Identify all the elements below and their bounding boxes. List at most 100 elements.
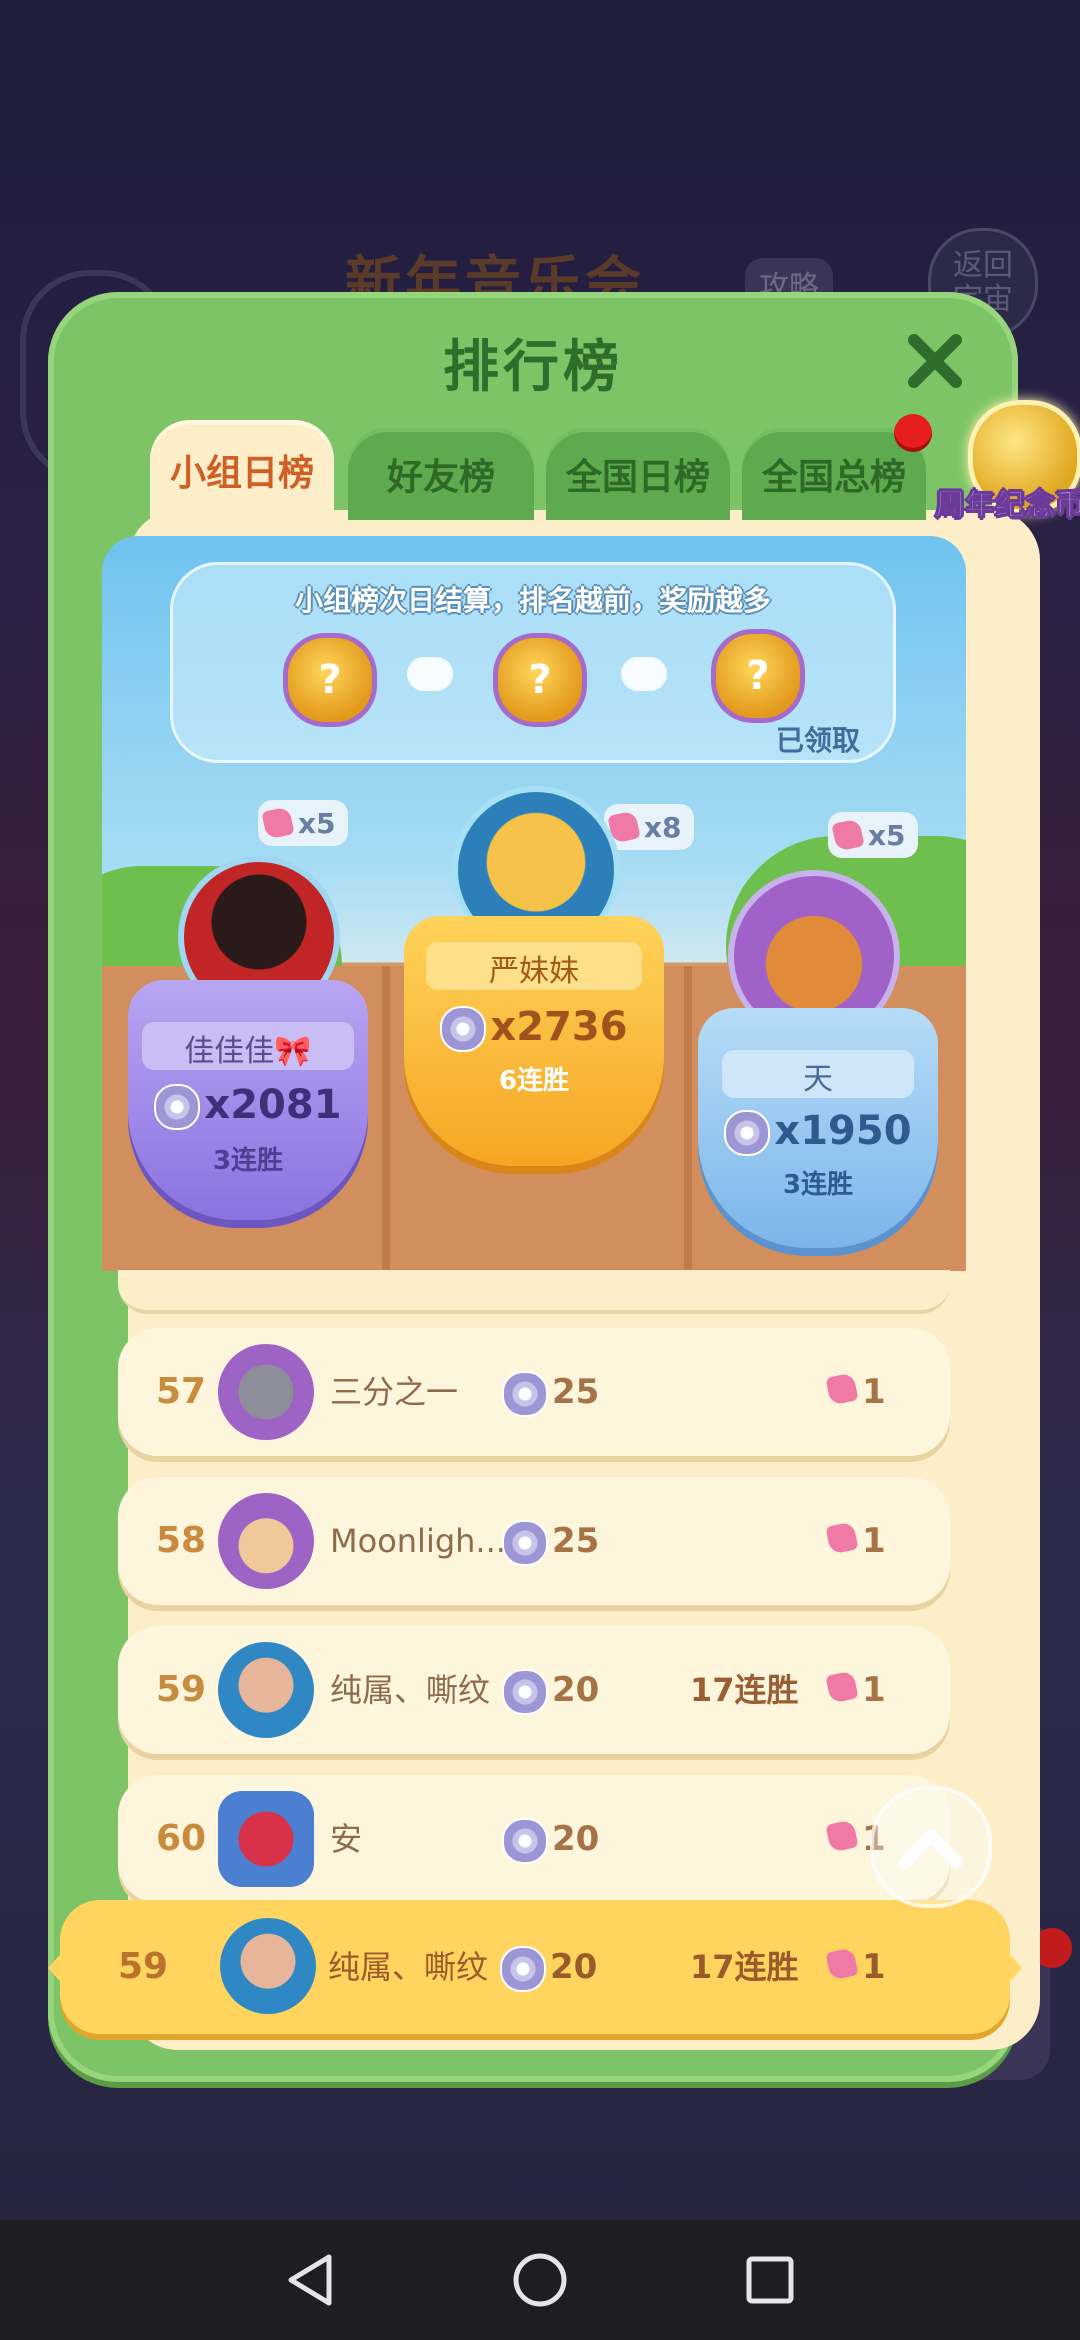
player-score: x1950 [698,1108,938,1156]
rank-number: 59 [155,1669,207,1710]
gem-count-bubble: x5 [828,812,918,858]
win-streak: 6连胜 [498,1066,570,1096]
score-value: 25 [552,1372,600,1412]
win-streak: 3连胜 [782,1170,854,1200]
arrow-icon [407,657,453,691]
podium-divider [382,966,390,1271]
player-score: x2736 [404,1004,664,1052]
score-value: 20 [550,1947,598,1987]
gem-count-bubble: x8 [604,804,694,850]
gem-value: 1 [862,1372,886,1412]
anniversary-coin-label: 周年纪念币 [935,488,1080,524]
reward-chest-3[interactable]: ? [711,629,805,723]
podium-third-place[interactable]: x5 天 x1950 3连胜 [698,812,938,1248]
gem-count: x5 [298,806,336,840]
disc-icon [502,1668,548,1715]
arrow-icon [621,657,667,691]
close-icon [908,334,962,388]
avatar [218,1791,314,1887]
rank-number: 57 [155,1371,207,1412]
tab-group-daily[interactable]: 小组日榜 [150,420,334,520]
avatar [218,1493,314,1589]
gem-icon [825,1372,859,1406]
row-pointer [1000,1944,1022,1992]
gem-count: 1 [825,1328,886,1456]
question-mark: ? [528,657,552,703]
score-value: x1950 [774,1108,912,1154]
nav-home-button[interactable] [510,2250,570,2310]
reward-info-panel: 小组榜次日结算，排名越前，奖励越多 ? ? ? 已领取 [170,562,896,763]
reward-chest-2[interactable]: ? [493,633,587,727]
rank-number: 59 [117,1946,169,1987]
podium-second-place[interactable]: x5 佳佳佳🎀 x2081 3连胜 [128,800,368,1220]
question-mark: ? [746,653,770,699]
win-streak: 3连胜 [212,1146,284,1176]
close-button[interactable] [900,326,970,396]
podium-first-place[interactable]: x8 严妹妹 x2736 6连胜 [404,766,694,1186]
reward-description: 小组榜次日结算，排名越前，奖励越多 [294,584,771,617]
player-score: 20 [502,1775,599,1903]
score-value: 20 [552,1670,600,1710]
tab-bar: 小组日榜 好友榜 全国日榜 全国总榜 [102,420,932,520]
player-name: 严妹妹 [489,954,579,989]
scroll-to-top-button[interactable] [870,1786,992,1908]
reward-chest-1[interactable]: ? [283,633,377,727]
gem-value: 1 [862,1670,886,1710]
notification-dot [894,414,932,452]
gem-count: 1 [825,1900,886,2034]
tab-national-daily[interactable]: 全国日榜 [546,428,730,520]
list-item[interactable]: 57 三分之一 25 1 [118,1328,950,1456]
player-name: 三分之一 [330,1373,459,1411]
list-item[interactable]: 60 安 20 1 [118,1775,950,1903]
gem-icon [825,1670,859,1704]
player-name: 纯属、嘶纹 [328,1948,489,1986]
disc-icon [502,1519,548,1566]
gem-value: 1 [862,1521,886,1561]
nav-back-button[interactable] [280,2250,340,2310]
score-value: x2081 [204,1082,342,1128]
player-score: 20 [502,1626,599,1754]
back-triangle-icon [288,2254,332,2306]
gem-count: 1 [825,1477,886,1605]
disc-icon [502,1370,548,1417]
player-name: Moonligh... [330,1522,506,1560]
list-item[interactable]: 58 Moonligh... 25 1 [118,1477,950,1605]
rank-number: 60 [155,1818,207,1859]
player-name: 天 [803,1062,833,1097]
gem-icon [261,806,295,840]
anniversary-coin-badge[interactable]: 周年纪念币 [935,400,1080,540]
rank-number: 58 [155,1520,207,1561]
list-row-partial [118,1270,950,1314]
tab-friends[interactable]: 好友榜 [348,428,534,520]
win-streak: 17连胜 [690,1671,799,1709]
score-value: x2736 [490,1004,628,1050]
home-circle-icon [513,2253,567,2307]
row-pointer [48,1944,70,1992]
nav-recents-button[interactable] [740,2250,800,2310]
score-value: 25 [552,1521,600,1561]
current-user-row[interactable]: 59 纯属、嘶纹 20 17连胜 1 [48,1900,1022,2034]
gem-icon [825,1521,859,1555]
gem-icon [825,1947,859,1981]
disc-icon [502,1817,548,1864]
player-name: 纯属、嘶纹 [330,1671,491,1709]
disc-icon [440,1006,487,1052]
avatar [220,1918,316,2014]
modal-title: 排行榜 [443,335,623,400]
gem-count: x8 [644,810,682,844]
recents-square-icon [746,2256,794,2304]
disc-icon [500,1945,546,1992]
gem-count: 1 [825,1626,886,1754]
player-score: 20 [500,1900,597,2034]
system-navigation-bar [0,2220,1080,2340]
list-item[interactable]: 59 纯属、嘶纹 20 17连胜 1 [118,1626,950,1754]
player-score: 25 [502,1477,599,1605]
avatar [218,1642,314,1738]
gem-value: 1 [862,1947,886,1987]
disc-icon [154,1084,201,1130]
player-name: 安 [330,1820,363,1858]
player-name: 佳佳佳🎀 [184,1034,312,1069]
gem-icon [831,818,865,852]
player-score: 25 [502,1328,599,1456]
chevron-up-icon [899,1829,963,1869]
